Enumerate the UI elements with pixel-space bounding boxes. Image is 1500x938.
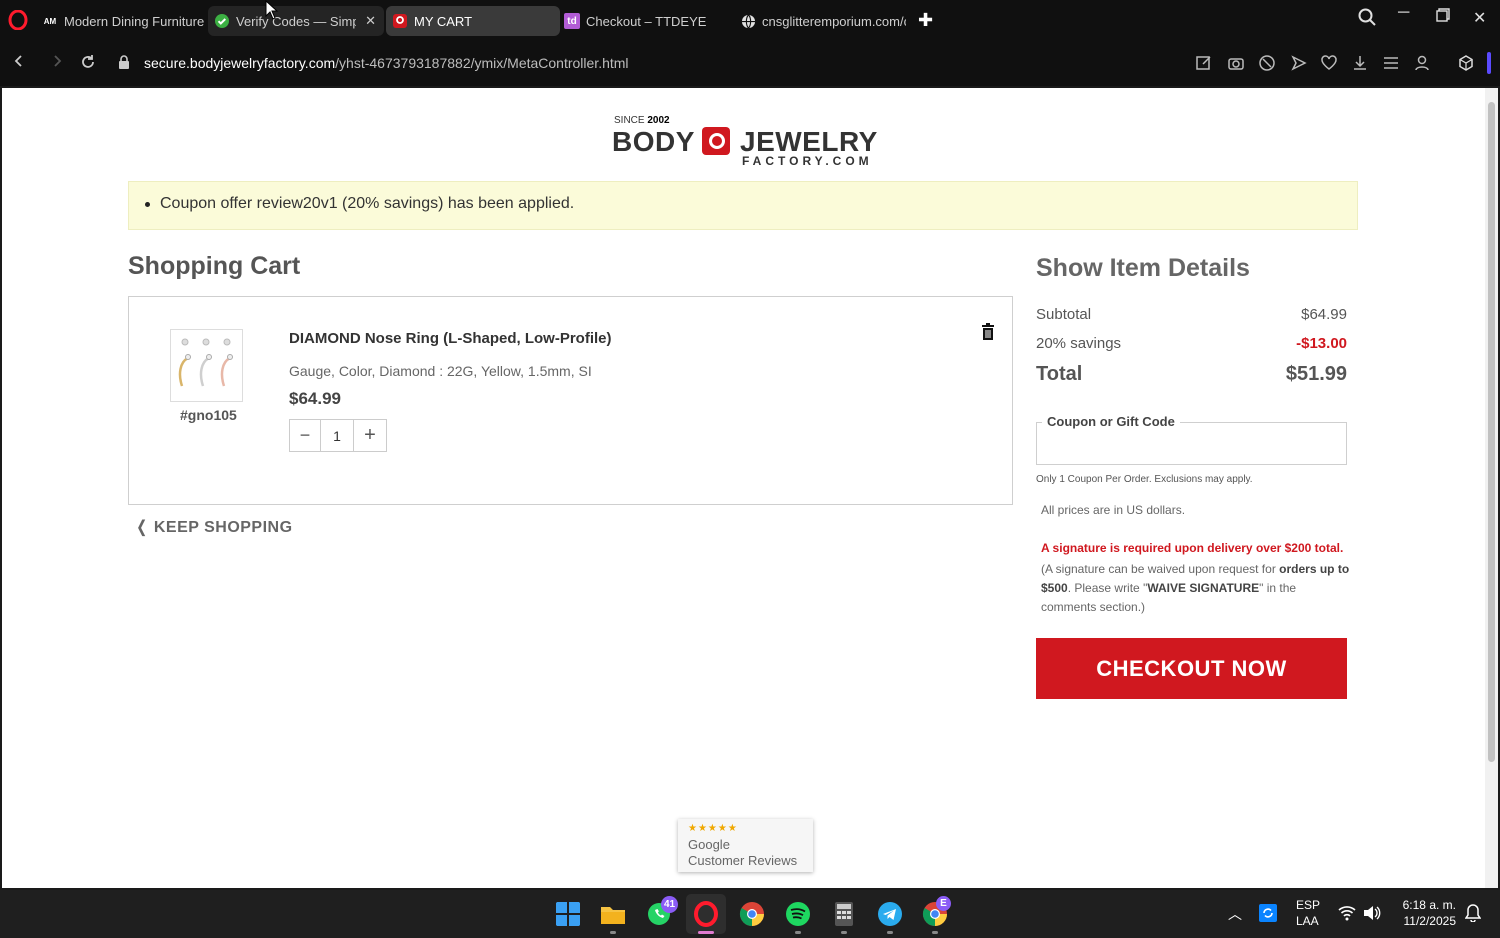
coupon-note: Only 1 Coupon Per Order. Exclusions may … [1036,474,1253,485]
clock[interactable]: 6:18 a. m. 11/2/2025 [1398,898,1456,928]
bjf-favicon-icon [392,13,408,29]
opera-logo-icon[interactable] [8,10,28,30]
heart-icon[interactable] [1320,54,1338,72]
check-circle-icon [214,13,230,29]
product-image[interactable] [170,329,243,402]
forward-icon[interactable] [50,54,64,73]
coupon-input[interactable] [1045,433,1335,455]
td-favicon-icon: td [564,13,580,29]
telegram-icon[interactable] [877,901,903,927]
page-content: SINCE 2002 BODY JEWELRY FACTORY.COM Coup… [2,88,1485,888]
close-tab-icon[interactable]: ✕ [365,13,376,29]
tab-checkout-ttdeye[interactable]: td Checkout – TTDEYE [562,6,732,36]
keep-shopping-link[interactable]: ❬ KEEP SHOPPING [135,517,293,537]
total-row: Total $51.99 [1036,363,1347,385]
tab-verify-codes[interactable]: Verify Codes — Simply ✕ [208,6,384,36]
coupon-applied-notice: Coupon offer review20v1 (20% savings) ha… [128,181,1358,230]
opera-taskbar-icon[interactable] [693,901,719,927]
volume-icon[interactable] [1363,905,1381,921]
flow-send-icon[interactable] [1290,54,1308,72]
chrome-profile-badge: E [936,896,951,911]
tab-my-cart[interactable]: MY CART [386,6,560,36]
chevron-up-icon[interactable]: ︿ [1228,904,1242,924]
product-sku: #gno105 [180,407,237,423]
download-icon[interactable] [1351,54,1369,72]
sidebar-accent [1487,52,1491,74]
trash-icon[interactable] [981,323,995,341]
camera-icon[interactable] [1227,54,1245,72]
am-favicon-icon: AM [43,16,57,26]
mouse-cursor-icon [265,0,279,20]
savings-row: 20% savings -$13.00 [1036,335,1347,352]
decrease-quantity-button[interactable]: − [290,420,321,451]
snapshot-edit-icon[interactable] [1195,54,1213,72]
chevron-left-icon: ❬ [135,519,149,536]
close-window-icon[interactable]: ✕ [1473,8,1486,28]
cart-item-row: #gno105 DIAMOND Nose Ring (L-Shaped, Low… [128,296,1013,505]
extensions-cube-icon[interactable] [1457,54,1475,72]
calculator-icon[interactable] [831,901,857,927]
tab-modern-dining[interactable]: AM Modern Dining Furniture | [38,6,206,36]
whatsapp-badge: 41 [661,896,678,913]
page-title: Shopping Cart [128,252,301,280]
wifi-icon[interactable] [1338,905,1356,921]
minimize-icon[interactable]: ─ [1398,4,1409,22]
page-scrollbar[interactable] [1485,88,1498,888]
windows-start-icon[interactable] [555,901,581,927]
easy-setup-icon[interactable] [1382,54,1400,72]
increase-quantity-button[interactable]: + [354,420,386,451]
signature-warning: A signature is required upon delivery ov… [1041,541,1344,555]
google-reviews-badge[interactable]: ★★★★★ Google Customer Reviews [678,819,813,872]
url-field[interactable]: secure.bodyjewelryfactory.com/yhst-46737… [144,55,629,71]
show-item-details-toggle[interactable]: Show Item Details [1036,254,1250,283]
coupon-label: Coupon or Gift Code [1042,414,1180,429]
scrollbar-thumb[interactable] [1488,102,1495,762]
quantity-stepper: − 1 + [289,419,387,452]
signature-waiver-note: (A signature can be waived upon request … [1041,562,1350,614]
product-price: $64.99 [289,389,341,408]
currency-note: All prices are in US dollars. [1041,503,1186,517]
tab-bar: AM Modern Dining Furniture | Verify Code… [0,0,1500,42]
adblock-icon[interactable] [1258,54,1276,72]
profile-icon[interactable] [1413,54,1431,72]
back-icon[interactable] [12,54,26,73]
checkout-now-button[interactable]: CHECKOUT NOW [1036,638,1347,699]
lock-icon[interactable] [118,55,130,69]
address-bar: secure.bodyjewelryfactory.com/yhst-46737… [0,42,1500,86]
language-indicator[interactable]: ESP LAA [1296,898,1320,928]
notifications-icon[interactable] [1465,904,1481,922]
subtotal-row: Subtotal $64.99 [1036,306,1347,323]
globe-icon [740,13,756,29]
product-options: Gauge, Color, Diamond : 22G, Yellow, 1.5… [289,363,592,379]
spotify-icon[interactable] [785,901,811,927]
restore-icon[interactable] [1436,8,1450,27]
tab-cnsglitter[interactable]: cnsglitteremporium.com/c [738,6,906,36]
rating-stars: ★★★★★ [688,823,738,834]
search-tabs-icon[interactable] [1358,8,1376,31]
site-logo[interactable]: SINCE 2002 BODY JEWELRY FACTORY.COM [612,114,877,168]
chrome-icon[interactable] [739,901,765,927]
reload-icon[interactable] [80,54,96,75]
new-tab-icon[interactable]: ✚ [918,10,933,31]
logo-mark-icon [702,127,730,155]
file-explorer-icon[interactable] [600,901,626,927]
quantity-value[interactable]: 1 [321,420,354,451]
sync-icon[interactable] [1258,903,1278,923]
product-name[interactable]: DIAMOND Nose Ring (L-Shaped, Low-Profile… [289,330,612,347]
windows-taskbar: 41 E ︿ ESP LAA 6:18 a. m. 11/2/2025 [0,890,1500,938]
